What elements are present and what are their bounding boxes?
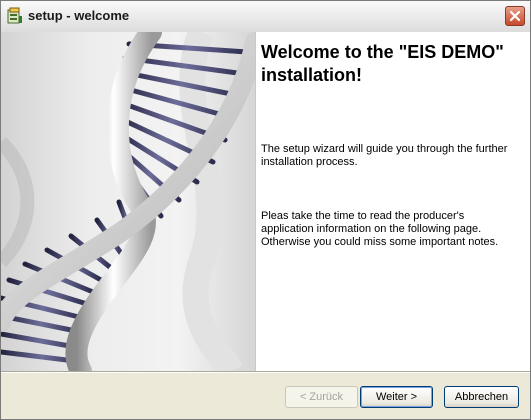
setup-window: setup - welcome Welcome to the "EIS DEMO… [0,0,531,420]
next-button[interactable]: Weiter > [360,386,433,408]
welcome-heading: Welcome to the "EIS DEMO" installation! [261,42,504,85]
image-divider [255,32,256,371]
back-button[interactable]: < Zurück [285,386,358,408]
info-paragraph: Pleas take the time to read the producer… [261,210,499,248]
wizard-panel: Welcome to the "EIS DEMO" installation! … [1,32,530,371]
window-title: setup - welcome [28,8,130,23]
cancel-button[interactable]: Abbrechen [444,386,519,408]
button-bar: < Zurück Weiter > Abbrechen [1,373,530,419]
title-bar[interactable]: setup - welcome [1,1,530,33]
close-button[interactable] [505,6,525,26]
close-icon [509,10,521,22]
intro-paragraph: The setup wizard will guide you through … [261,143,508,168]
setup-icon [7,7,23,25]
dna-helix-image [1,32,255,371]
